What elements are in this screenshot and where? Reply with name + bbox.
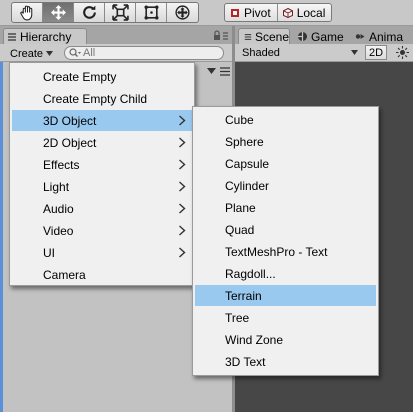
scene-row-menu[interactable] bbox=[196, 64, 230, 78]
rect-icon bbox=[143, 5, 159, 20]
scene-toolbar: Shaded 2D bbox=[235, 44, 413, 62]
chevron-right-icon bbox=[179, 181, 186, 192]
menu-item-cylinder[interactable]: Cylinder bbox=[195, 175, 376, 196]
menu-item-capsule[interactable]: Capsule bbox=[195, 153, 376, 174]
pivot-icon bbox=[231, 8, 239, 17]
menu-item-sphere[interactable]: Sphere bbox=[195, 131, 376, 152]
menu-item-video[interactable]: Video bbox=[12, 220, 192, 241]
hierarchy-tab-label: Hierarchy bbox=[20, 30, 72, 44]
create-dropdown[interactable]: Create bbox=[6, 46, 57, 61]
selection-edge bbox=[0, 62, 3, 412]
search-input[interactable]: All bbox=[64, 46, 224, 60]
game-tab-label: Game bbox=[311, 29, 344, 44]
scene-tab-label: Scene bbox=[254, 30, 289, 44]
menu-item-plane[interactable]: Plane bbox=[195, 197, 376, 218]
hand-icon bbox=[19, 5, 32, 21]
scale-icon bbox=[111, 4, 129, 21]
menu-item-create-empty-child[interactable]: Create Empty Child bbox=[12, 88, 192, 109]
menu-item-camera[interactable]: Camera bbox=[12, 264, 192, 285]
create-menu: Create Empty Create Empty Child 3D Objec… bbox=[9, 62, 195, 286]
transform-tool-button[interactable] bbox=[167, 3, 198, 22]
hierarchy-panel-menu[interactable] bbox=[213, 30, 229, 42]
search-icon bbox=[69, 48, 81, 57]
3d-object-submenu: Cube Sphere Capsule Cylinder Plane Quad … bbox=[192, 106, 379, 376]
chevron-right-icon bbox=[179, 247, 186, 258]
local-label: Local bbox=[296, 5, 326, 20]
game-icon bbox=[298, 32, 307, 41]
menu-item-textmeshpro-text[interactable]: TextMeshPro - Text bbox=[195, 241, 376, 262]
chevron-right-icon bbox=[179, 115, 186, 126]
main-toolbar: Pivot Local bbox=[0, 0, 413, 26]
chevron-down-icon bbox=[351, 50, 358, 55]
menu-item-quad[interactable]: Quad bbox=[195, 219, 376, 240]
shading-mode-label: Shaded bbox=[242, 46, 280, 59]
menu-item-effects[interactable]: Effects bbox=[12, 154, 192, 175]
menu-item-terrain[interactable]: Terrain bbox=[195, 285, 376, 306]
tab-scene[interactable]: Scene bbox=[238, 28, 290, 45]
menu-item-3d-text[interactable]: 3D Text bbox=[195, 351, 376, 372]
tab-game[interactable]: Game bbox=[292, 28, 350, 45]
menu-item-create-empty[interactable]: Create Empty bbox=[12, 66, 192, 87]
animation-icon bbox=[355, 34, 365, 39]
chevron-right-icon bbox=[179, 225, 186, 236]
search-placeholder: All bbox=[83, 47, 96, 59]
rect-tool-button[interactable] bbox=[136, 3, 167, 22]
local-icon bbox=[282, 7, 293, 18]
hierarchy-toolbar: Create All bbox=[0, 44, 232, 62]
sun-icon bbox=[395, 46, 409, 59]
2d-mode-button[interactable]: 2D bbox=[365, 45, 387, 60]
menu-item-3d-object[interactable]: 3D Object bbox=[12, 110, 192, 131]
tab-hierarchy[interactable]: Hierarchy bbox=[3, 28, 87, 45]
chevron-down-icon bbox=[46, 51, 54, 56]
pivot-toggle-group: Pivot Local bbox=[224, 3, 333, 22]
menu-item-light[interactable]: Light bbox=[12, 176, 192, 197]
tab-animation[interactable]: Anima bbox=[350, 28, 413, 45]
move-tool-button[interactable] bbox=[43, 3, 74, 22]
move-icon bbox=[50, 5, 66, 20]
local-button[interactable]: Local bbox=[276, 4, 332, 21]
transform-tools bbox=[11, 2, 199, 23]
list-icon bbox=[220, 66, 230, 76]
animation-tab-label: Anima bbox=[369, 29, 404, 44]
chevron-right-icon bbox=[179, 137, 186, 148]
transform-icon bbox=[175, 5, 190, 20]
pivot-button[interactable]: Pivot bbox=[225, 4, 277, 21]
menu-item-tree[interactable]: Tree bbox=[195, 307, 376, 328]
menu-item-audio[interactable]: Audio bbox=[12, 198, 192, 219]
rotate-tool-button[interactable] bbox=[74, 3, 105, 22]
pivot-label: Pivot bbox=[244, 5, 271, 20]
menu-item-2d-object[interactable]: 2D Object bbox=[12, 132, 192, 153]
chevron-right-icon bbox=[179, 203, 186, 214]
scene-icon bbox=[244, 34, 252, 40]
menu-item-wind-zone[interactable]: Wind Zone bbox=[195, 329, 376, 350]
scale-tool-button[interactable] bbox=[105, 3, 136, 22]
rotate-icon bbox=[82, 5, 96, 19]
2d-mode-label: 2D bbox=[368, 46, 384, 59]
hand-tool-button[interactable] bbox=[12, 3, 43, 22]
menu-item-ui[interactable]: UI bbox=[12, 242, 192, 263]
shading-mode-dropdown[interactable]: Shaded bbox=[239, 45, 361, 60]
lock-icon bbox=[214, 30, 228, 40]
create-label: Create bbox=[10, 47, 44, 60]
chevron-right-icon bbox=[179, 159, 186, 170]
chevron-down-icon bbox=[207, 68, 216, 74]
lighting-toggle[interactable] bbox=[392, 45, 412, 60]
menu-item-cube[interactable]: Cube bbox=[195, 109, 376, 130]
list-icon bbox=[8, 33, 16, 41]
menu-item-ragdoll[interactable]: Ragdoll... bbox=[195, 263, 376, 284]
